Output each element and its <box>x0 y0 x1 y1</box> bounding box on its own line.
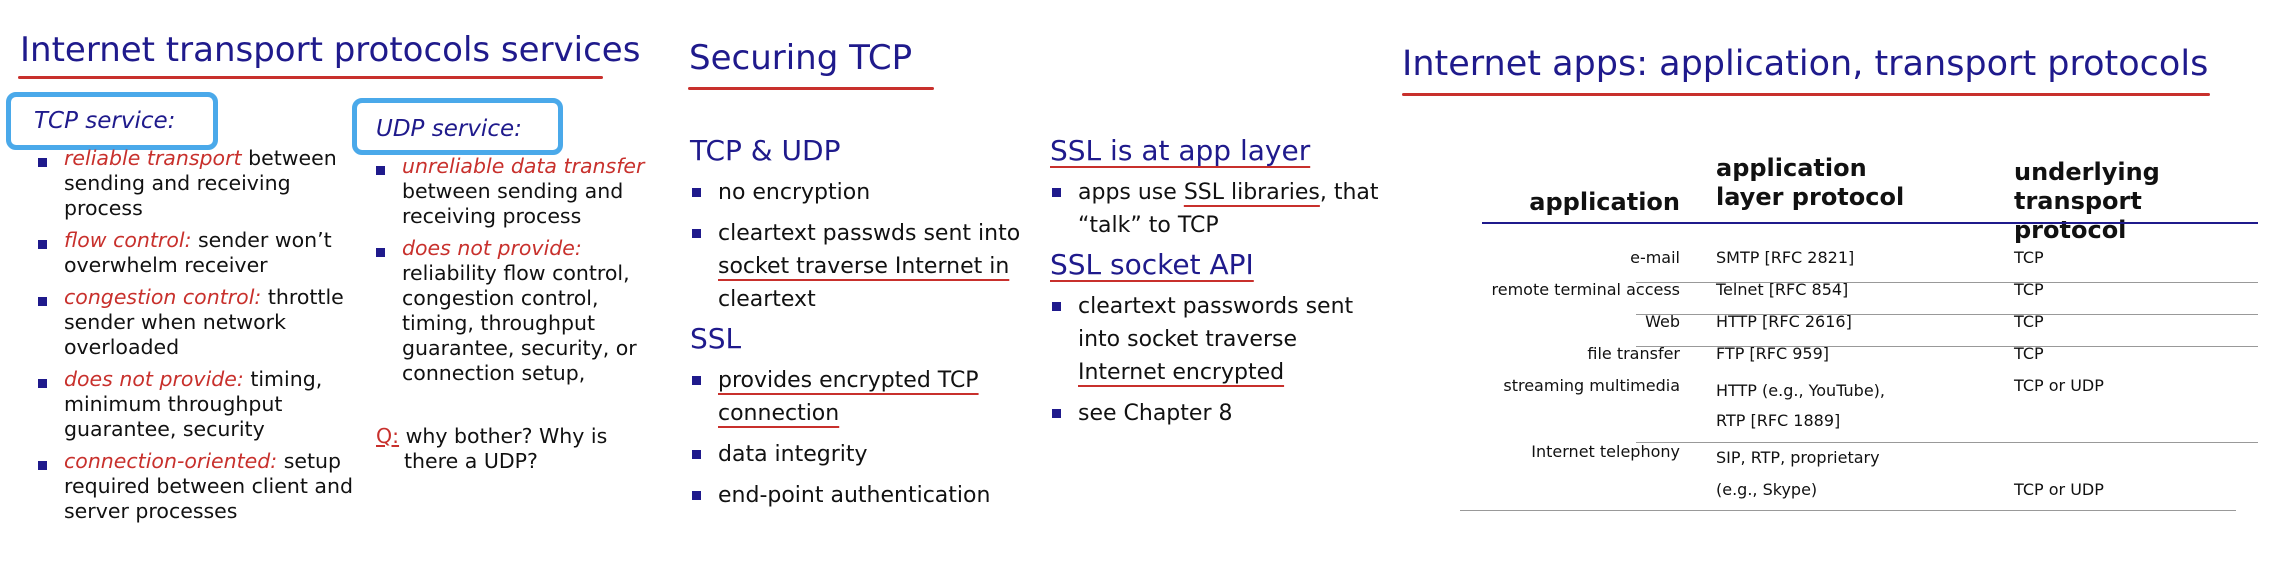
question-label: Q: <box>376 424 400 448</box>
cell-protocol: HTTP [RFC 2616] <box>1716 312 1852 331</box>
list-item: see Chapter 8 <box>1050 397 1390 430</box>
internet-apps-title: Internet apps: application, transport pr… <box>1402 44 2209 84</box>
cell-protocol: FTP [RFC 959] <box>1716 344 1830 363</box>
cell-protocol: HTTP (e.g., YouTube), RTP [RFC 1889] <box>1716 381 1886 430</box>
list-item: does not provide: reliability flow contr… <box>374 236 654 386</box>
list-item: data integrity <box>690 438 1030 471</box>
list-item: flow control: sender won’t overwhelm rec… <box>36 228 356 278</box>
ssl-heading: SSL <box>690 322 742 355</box>
cell-transport: TCP or UDP <box>2014 376 2104 395</box>
udp-service-list: unreliable data transfer between sending… <box>374 154 654 393</box>
list-item: congestion control: throttle sender when… <box>36 285 356 360</box>
header-application: application <box>1529 188 1680 216</box>
title-underline <box>688 87 934 90</box>
title-underline <box>18 76 603 79</box>
list-item: apps use SSL libraries, that “talk” to TC… <box>1050 176 1390 242</box>
securing-tcp-title: Securing TCP <box>689 38 913 78</box>
table-row: Internet telephony SIP, RTP, proprietary… <box>1400 442 2260 506</box>
table-row: file transfer FTP [RFC 959] TCP <box>1400 344 2260 376</box>
row-rule <box>1460 510 2236 511</box>
list-item: cleartext passwords sent into socket trav… <box>1050 290 1390 389</box>
tcp-udp-list: no encryption cleartext passwds sent int… <box>690 176 1030 324</box>
cell-protocol: SIP, RTP, proprietary (e.g., Skype) <box>1716 448 1880 499</box>
list-item: does not provide: timing, minimum throug… <box>36 367 356 442</box>
cell-transport: TCP <box>2014 344 2044 363</box>
ssl-app-layer-list: apps use SSL libraries, that “talk” to TC… <box>1050 176 1390 250</box>
list-item: connection-oriented: setup required betw… <box>36 449 356 524</box>
list-item: end-point authentication <box>690 479 1030 512</box>
list-item: provides encrypted TCP connection <box>690 364 1030 430</box>
header-transport: underlying transport protocol <box>2014 158 2160 244</box>
ssl-list: provides encrypted TCP connection data in… <box>690 364 1030 520</box>
cell-protocol: Telnet [RFC 854] <box>1716 280 1849 299</box>
transport-services-title: Internet transport protocols services <box>20 30 641 70</box>
cell-application: Internet telephony <box>1531 442 1680 461</box>
tcp-udp-heading: TCP & UDP <box>690 134 841 167</box>
cell-application: streaming multimedia <box>1503 376 1680 395</box>
header-app-protocol: application layer protocol <box>1716 154 1905 211</box>
list-item: cleartext passwds sent into socket traver… <box>690 217 1030 316</box>
cell-application: remote terminal access <box>1491 280 1680 299</box>
list-item: reliable transport between sending and r… <box>36 146 356 221</box>
cell-transport: TCP <box>2014 280 2044 299</box>
udp-service-label: UDP service: <box>376 116 522 142</box>
list-item: unreliable data transfer between sending… <box>374 154 654 229</box>
tcp-service-label: TCP service: <box>34 108 176 134</box>
table-row: Web HTTP [RFC 2616] TCP <box>1400 312 2260 344</box>
cell-transport: TCP or UDP <box>2014 480 2104 499</box>
title-underline <box>1402 93 2210 96</box>
ssl-app-layer-heading: SSL is at app layer <box>1050 134 1311 167</box>
cell-application: Web <box>1645 312 1680 331</box>
why-udp-question: Q: why bother? Why is there a UDP? <box>376 424 608 473</box>
ssl-socket-api-heading: SSL socket API <box>1050 248 1254 281</box>
cell-transport: TCP <box>2014 248 2044 267</box>
list-item: no encryption <box>690 176 1030 209</box>
cell-application: file transfer <box>1587 344 1680 363</box>
ssl-socket-api-list: cleartext passwords sent into socket trav… <box>1050 290 1390 438</box>
table-row: remote terminal access Telnet [RFC 854] … <box>1400 280 2260 312</box>
tcp-service-list: reliable transport between sending and r… <box>36 146 356 531</box>
cell-protocol: SMTP [RFC 2821] <box>1716 248 1855 267</box>
header-rule <box>1482 222 2258 224</box>
cell-application: e-mail <box>1630 248 1680 267</box>
cell-transport: TCP <box>2014 312 2044 331</box>
table-row: streaming multimedia HTTP (e.g., YouTube… <box>1400 376 2260 440</box>
table-row: e-mail SMTP [RFC 2821] TCP <box>1400 248 2260 280</box>
